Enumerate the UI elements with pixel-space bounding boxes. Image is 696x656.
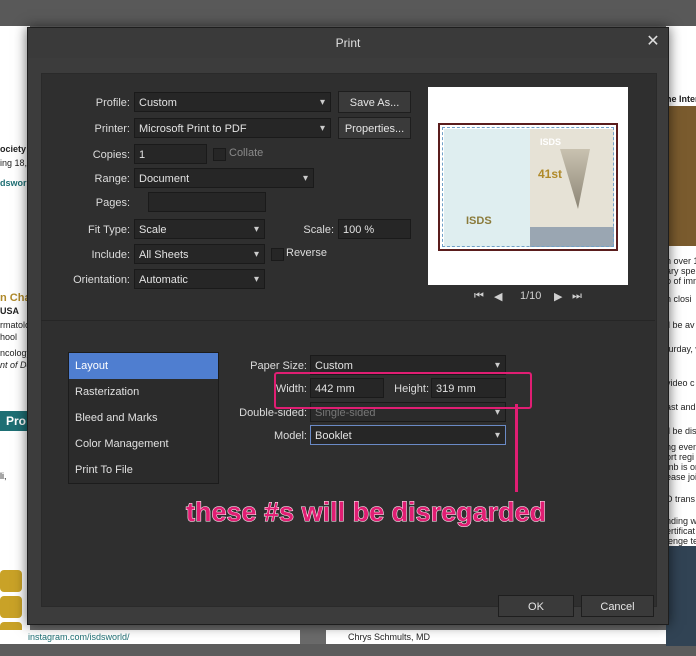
orientation-label: Orientation: xyxy=(73,274,130,286)
app-toolbar-strip xyxy=(0,0,696,26)
cancel-button[interactable]: Cancel xyxy=(581,595,654,617)
next-page-icon[interactable]: ▶ xyxy=(554,290,562,303)
orientation-select[interactable]: Automatic xyxy=(134,269,265,289)
first-page-icon[interactable]: ⏮ xyxy=(474,290,484,303)
dialog-titlebar: Print ✕ xyxy=(28,28,668,58)
page-indicator: 1/10 xyxy=(520,290,542,302)
model-select[interactable]: Booklet xyxy=(310,425,506,445)
close-icon[interactable]: ✕ xyxy=(644,33,662,51)
printer-label: Printer: xyxy=(94,123,130,135)
copies-input[interactable]: 1 xyxy=(134,144,207,164)
profile-label: Profile: xyxy=(95,97,130,109)
bg-text: n Cha xyxy=(0,292,31,304)
bg-text: ease join xyxy=(666,472,696,482)
document-page-bottom-mid: Chrys Schmults, MD xyxy=(326,630,666,644)
facebook-icon xyxy=(0,570,22,592)
scale-label: Scale: xyxy=(303,224,334,236)
annotation-connector xyxy=(515,404,518,492)
bg-text: instagram.com/isdsworld/ xyxy=(28,632,130,642)
dialog-title: Print xyxy=(335,36,361,50)
bg-text: hool xyxy=(0,332,18,342)
bg-text: ll be dis xyxy=(666,426,696,436)
paper-size-label: Paper Size: xyxy=(250,360,307,372)
bg-text: mb is on xyxy=(666,462,696,472)
category-list: Layout Rasterization Bleed and Marks Col… xyxy=(68,352,219,484)
scale-input[interactable]: 100 % xyxy=(338,219,411,239)
print-dialog: Print ✕ Profile: Custom Save As... Print… xyxy=(27,27,669,625)
include-label: Include: xyxy=(91,249,130,261)
bg-text: USA xyxy=(0,306,20,316)
bg-text: ertificat xyxy=(666,526,696,536)
document-page-right: he Inter n over 1 ary spe p of imm n clo… xyxy=(666,26,696,646)
bg-text: turday, w xyxy=(666,344,696,354)
fit-type-select[interactable]: Scale xyxy=(134,219,265,239)
bg-text: D trans xyxy=(666,494,696,504)
profile-select[interactable]: Custom xyxy=(134,92,331,112)
bg-text: rmatolo xyxy=(0,320,31,330)
save-as-button[interactable]: Save As... xyxy=(338,91,411,113)
properties-button[interactable]: Properties... xyxy=(338,117,411,139)
bg-text: li, xyxy=(0,471,7,481)
category-rasterization[interactable]: Rasterization xyxy=(69,379,218,405)
reverse-checkbox[interactable] xyxy=(271,248,284,261)
category-bleed-and-marks[interactable]: Bleed and Marks xyxy=(69,405,218,431)
bg-text: ary spe xyxy=(666,266,696,276)
include-select[interactable]: All Sheets xyxy=(134,244,265,264)
bg-text: n closi xyxy=(666,294,692,304)
copies-label: Copies: xyxy=(92,149,130,161)
twitter-icon xyxy=(0,596,22,618)
bg-text: ll be av xyxy=(666,320,695,330)
preview-sheet: ISDS ISDS 41st xyxy=(438,123,618,251)
print-preview: ISDS ISDS 41st xyxy=(428,87,628,285)
category-color-management[interactable]: Color Management xyxy=(69,431,218,457)
last-page-icon[interactable]: ⏭ xyxy=(572,290,582,303)
document-page-bottom-left: instagram.com/isdsworld/ xyxy=(0,630,300,644)
page-photo xyxy=(666,546,696,646)
category-layout[interactable]: Layout xyxy=(69,353,218,379)
fit-type-label: Fit Type: xyxy=(88,224,130,236)
bg-text: ing 18, xyxy=(0,158,28,168)
prev-page-icon[interactable]: ◀ xyxy=(494,290,502,303)
ok-button[interactable]: OK xyxy=(498,595,574,617)
annotation-highlight-box xyxy=(274,372,532,409)
bg-text: video c xyxy=(666,378,695,388)
bg-text: dswor xyxy=(0,178,27,188)
preview-margin-guide xyxy=(442,127,614,247)
section-divider xyxy=(41,320,655,321)
bg-text: lenge te xyxy=(666,536,696,546)
pages-input[interactable] xyxy=(148,192,266,212)
annotation-text: these #s will be disregarded xyxy=(185,497,547,528)
category-print-to-file[interactable]: Print To File xyxy=(69,457,218,483)
collate-label: Collate xyxy=(229,147,264,159)
range-label: Range: xyxy=(94,173,130,185)
bg-text: ort regi xyxy=(666,452,695,462)
collate-checkbox[interactable] xyxy=(213,148,226,161)
preview-pager: ⏮ ◀ 1/10 ▶ ⏭ xyxy=(468,290,628,306)
document-page-left: ociety f ing 18, dswor n Cha USA rmatolo… xyxy=(0,26,32,644)
bg-text: n over 1 xyxy=(666,256,696,266)
page-photo xyxy=(666,106,696,246)
bg-text: ast and xyxy=(666,402,696,412)
reverse-label: Reverse xyxy=(286,247,327,259)
bg-text: Pro xyxy=(6,414,27,428)
bg-text: p of imm xyxy=(666,276,696,286)
bg-text: he Inter xyxy=(666,94,696,104)
bg-text: Chrys Schmults, MD xyxy=(348,632,431,642)
model-label: Model: xyxy=(273,430,307,442)
pages-label: Pages: xyxy=(95,197,130,209)
printer-select[interactable]: Microsoft Print to PDF xyxy=(134,118,331,138)
range-select[interactable]: Document xyxy=(134,168,314,188)
bg-text: ng eveni xyxy=(666,442,696,452)
bg-text: nding w xyxy=(666,516,696,526)
